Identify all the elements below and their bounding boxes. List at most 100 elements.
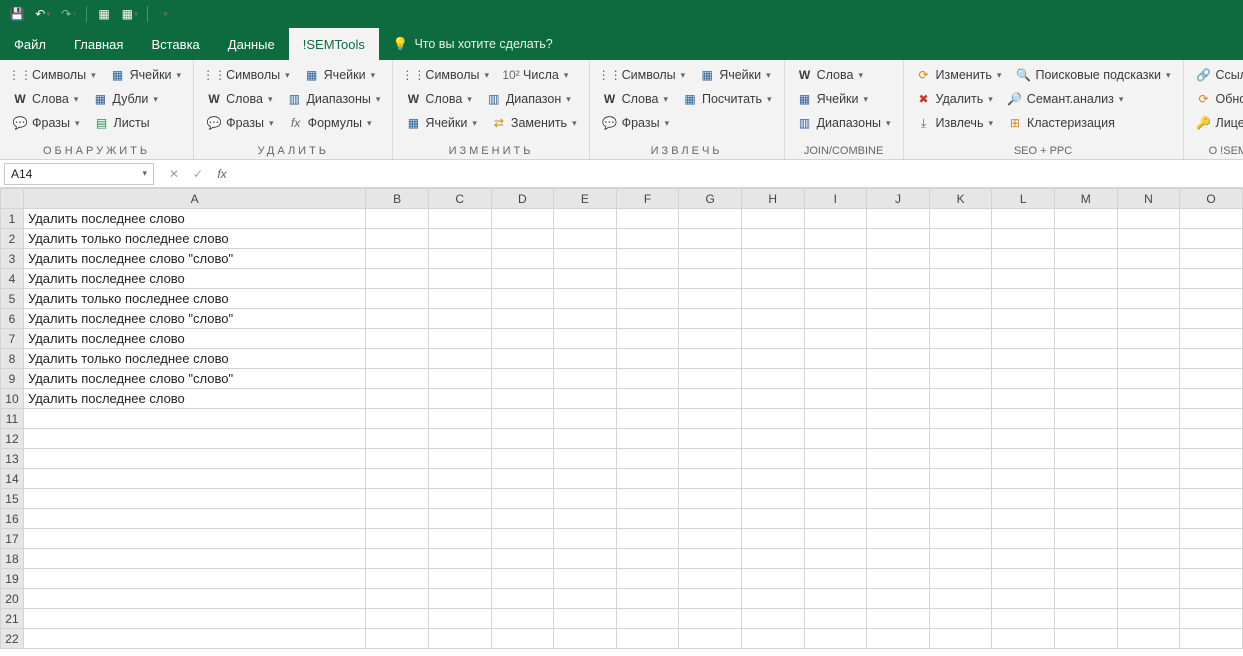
cell[interactable] (366, 329, 429, 349)
row-header[interactable]: 9 (1, 369, 24, 389)
column-header[interactable]: J (867, 189, 930, 209)
cell[interactable] (992, 209, 1055, 229)
cell[interactable] (741, 289, 804, 309)
cell[interactable] (366, 449, 429, 469)
cell[interactable] (491, 249, 554, 269)
tell-me-search[interactable]: 💡 Что вы хотите сделать? (379, 28, 567, 60)
cell[interactable] (679, 629, 742, 649)
cell[interactable] (366, 409, 429, 429)
cell[interactable] (1054, 529, 1117, 549)
row-header[interactable]: 14 (1, 469, 24, 489)
cell[interactable] (366, 609, 429, 629)
cell[interactable] (554, 609, 617, 629)
cell[interactable] (679, 369, 742, 389)
cell[interactable] (366, 529, 429, 549)
row-header[interactable]: 21 (1, 609, 24, 629)
cell[interactable] (428, 389, 491, 409)
cell[interactable] (679, 589, 742, 609)
cell[interactable] (741, 269, 804, 289)
cell[interactable] (554, 369, 617, 389)
cell[interactable]: Удалить только последнее слово (23, 289, 365, 309)
cell[interactable] (366, 569, 429, 589)
cell[interactable] (929, 389, 992, 409)
cell[interactable] (929, 289, 992, 309)
seo-change-button[interactable]: ⟳Изменить▾ (912, 64, 1006, 86)
cell[interactable] (992, 569, 1055, 589)
about-license-button[interactable]: 🔑Лицензия▾ (1192, 112, 1243, 134)
cell[interactable] (992, 429, 1055, 449)
cell[interactable] (1180, 289, 1243, 309)
column-header[interactable]: E (554, 189, 617, 209)
column-header[interactable]: H (741, 189, 804, 209)
cell[interactable] (554, 269, 617, 289)
column-header[interactable]: N (1117, 189, 1180, 209)
cell[interactable] (679, 389, 742, 409)
cell[interactable] (992, 589, 1055, 609)
cell[interactable] (616, 469, 679, 489)
seo-cluster-button[interactable]: ⊞Кластеризация (1003, 112, 1119, 134)
cell[interactable] (616, 309, 679, 329)
cell[interactable] (1117, 509, 1180, 529)
cell[interactable] (867, 369, 930, 389)
cell[interactable] (1117, 629, 1180, 649)
cell[interactable] (554, 469, 617, 489)
cell[interactable] (992, 249, 1055, 269)
cell[interactable] (428, 249, 491, 269)
cell[interactable] (804, 549, 867, 569)
detect-sheets-button[interactable]: ▤Листы (90, 112, 154, 134)
cell[interactable] (741, 449, 804, 469)
cell[interactable] (741, 349, 804, 369)
cell[interactable] (1054, 229, 1117, 249)
cell[interactable] (616, 629, 679, 649)
cell[interactable] (491, 449, 554, 469)
cell[interactable] (1180, 369, 1243, 389)
cell[interactable] (741, 249, 804, 269)
cell[interactable] (1180, 229, 1243, 249)
cell[interactable]: Удалить последнее слово (23, 209, 365, 229)
cell[interactable] (867, 469, 930, 489)
cell[interactable] (554, 449, 617, 469)
about-links-button[interactable]: 🔗Ссылки▾ (1192, 64, 1243, 86)
cancel-formula-button[interactable]: ✕ (164, 167, 184, 181)
cell[interactable] (867, 309, 930, 329)
cell[interactable] (867, 589, 930, 609)
cell[interactable] (616, 349, 679, 369)
cell[interactable] (992, 369, 1055, 389)
cell[interactable] (491, 329, 554, 349)
cell[interactable] (679, 409, 742, 429)
cell[interactable] (554, 409, 617, 429)
column-header[interactable]: K (929, 189, 992, 209)
cell[interactable] (491, 629, 554, 649)
cell[interactable] (491, 489, 554, 509)
detect-cells-button[interactable]: ▦Ячейки▾ (106, 64, 185, 86)
delete-words-button[interactable]: WСлова▾ (202, 88, 276, 110)
cell[interactable] (428, 329, 491, 349)
cell[interactable] (428, 509, 491, 529)
cell[interactable] (741, 569, 804, 589)
cell[interactable] (554, 549, 617, 569)
cell[interactable] (1180, 629, 1243, 649)
cell[interactable] (491, 569, 554, 589)
cell[interactable] (867, 289, 930, 309)
change-range-button[interactable]: ▥Диапазон▾ (482, 88, 575, 110)
cell[interactable] (804, 589, 867, 609)
cell[interactable] (929, 609, 992, 629)
cell[interactable] (1180, 569, 1243, 589)
cell[interactable] (1117, 469, 1180, 489)
cell[interactable] (1054, 249, 1117, 269)
cell[interactable] (741, 529, 804, 549)
cell[interactable] (1180, 489, 1243, 509)
select-all-corner[interactable] (1, 189, 24, 209)
cell[interactable] (929, 429, 992, 449)
cell[interactable] (554, 569, 617, 589)
cell[interactable] (992, 409, 1055, 429)
cell[interactable] (741, 489, 804, 509)
cell[interactable] (1054, 609, 1117, 629)
cell[interactable] (804, 569, 867, 589)
cell[interactable] (366, 589, 429, 609)
cell[interactable] (428, 629, 491, 649)
cell[interactable] (804, 369, 867, 389)
cell[interactable] (741, 229, 804, 249)
cell[interactable] (491, 289, 554, 309)
cell[interactable] (867, 389, 930, 409)
